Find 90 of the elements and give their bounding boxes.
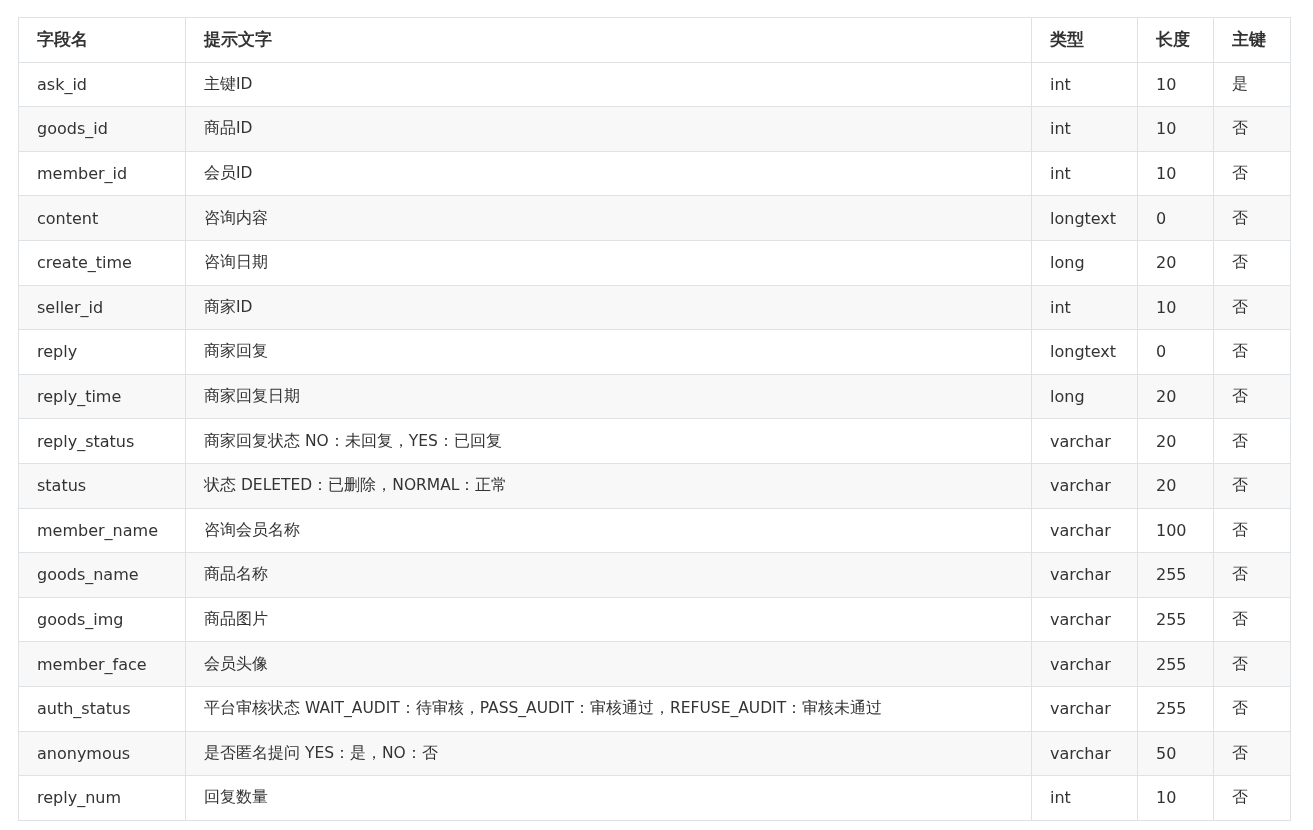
table-cell: int: [1031, 151, 1138, 196]
column-header: 提示文字: [185, 17, 1032, 63]
table-cell: int: [1031, 62, 1138, 107]
table-cell: 否: [1213, 374, 1291, 419]
table-cell: 否: [1213, 418, 1291, 464]
table-cell: varchar: [1031, 508, 1138, 553]
table-cell: int: [1031, 285, 1138, 330]
table-cell: content: [18, 195, 186, 241]
table-cell: 255: [1137, 597, 1214, 642]
table-cell: 咨询会员名称: [185, 508, 1032, 553]
table-cell: varchar: [1031, 597, 1138, 642]
table-cell: 商品ID: [185, 106, 1032, 152]
column-header: 字段名: [18, 17, 186, 63]
table-cell: 否: [1213, 597, 1291, 642]
table-cell: 商家回复: [185, 329, 1032, 375]
table-cell: 咨询内容: [185, 195, 1032, 241]
table-cell: 商家回复状态 NO：未回复，YES：已回复: [185, 418, 1032, 464]
table-cell: 10: [1137, 62, 1214, 107]
table-cell: reply_status: [18, 418, 186, 464]
table-cell: 否: [1213, 463, 1291, 509]
table-cell: 否: [1213, 329, 1291, 375]
table-cell: 是否匿名提问 YES：是，NO：否: [185, 731, 1032, 776]
table-cell: 10: [1137, 151, 1214, 196]
table-cell: 咨询日期: [185, 240, 1032, 286]
table-cell: long: [1031, 374, 1138, 419]
table-cell: longtext: [1031, 329, 1138, 375]
table-cell: goods_id: [18, 106, 186, 152]
table-cell: int: [1031, 106, 1138, 152]
table-cell: 否: [1213, 508, 1291, 553]
table-cell: 否: [1213, 686, 1291, 731]
table-cell: member_id: [18, 151, 186, 196]
table-cell: create_time: [18, 240, 186, 286]
table-cell: varchar: [1031, 418, 1138, 464]
table-cell: 是: [1213, 62, 1291, 107]
table-cell: 0: [1137, 195, 1214, 241]
column-header: 主键: [1213, 17, 1291, 63]
table-cell: 255: [1137, 552, 1214, 598]
table-cell: reply: [18, 329, 186, 375]
table-cell: seller_id: [18, 285, 186, 330]
table-cell: longtext: [1031, 195, 1138, 241]
table-cell: anonymous: [18, 731, 186, 776]
table-cell: 商家ID: [185, 285, 1032, 330]
table-cell: 20: [1137, 463, 1214, 509]
table-cell: 回复数量: [185, 775, 1032, 821]
table-cell: status: [18, 463, 186, 509]
column-header: 类型: [1031, 17, 1138, 63]
table-cell: 255: [1137, 641, 1214, 687]
column-header: 长度: [1137, 17, 1214, 63]
table-cell: ask_id: [18, 62, 186, 107]
table-cell: goods_name: [18, 552, 186, 598]
table-cell: 255: [1137, 686, 1214, 731]
table-cell: long: [1031, 240, 1138, 286]
table-cell: 否: [1213, 775, 1291, 821]
table-cell: varchar: [1031, 686, 1138, 731]
table-cell: member_face: [18, 641, 186, 687]
table-cell: reply_num: [18, 775, 186, 821]
table-cell: 否: [1213, 641, 1291, 687]
table-cell: 否: [1213, 285, 1291, 330]
table-cell: varchar: [1031, 463, 1138, 509]
table-cell: 状态 DELETED：已删除，NORMAL：正常: [185, 463, 1032, 509]
table-cell: member_name: [18, 508, 186, 553]
table-cell: 10: [1137, 285, 1214, 330]
table-cell: 20: [1137, 418, 1214, 464]
table-cell: 会员ID: [185, 151, 1032, 196]
table-cell: 会员头像: [185, 641, 1032, 687]
table-cell: 商品图片: [185, 597, 1032, 642]
table-cell: 20: [1137, 240, 1214, 286]
table-cell: 否: [1213, 552, 1291, 598]
table-cell: 主键ID: [185, 62, 1032, 107]
table-cell: int: [1031, 775, 1138, 821]
table-cell: 0: [1137, 329, 1214, 375]
table-cell: auth_status: [18, 686, 186, 731]
table-cell: 否: [1213, 151, 1291, 196]
table-cell: 20: [1137, 374, 1214, 419]
table-cell: varchar: [1031, 641, 1138, 687]
table-cell: 否: [1213, 195, 1291, 241]
table-cell: reply_time: [18, 374, 186, 419]
table-cell: 100: [1137, 508, 1214, 553]
table-cell: varchar: [1031, 552, 1138, 598]
table-cell: 商品名称: [185, 552, 1032, 598]
table-cell: 否: [1213, 106, 1291, 152]
table-cell: 商家回复日期: [185, 374, 1032, 419]
table-cell: 否: [1213, 240, 1291, 286]
table-cell: varchar: [1031, 731, 1138, 776]
table-cell: 50: [1137, 731, 1214, 776]
table-cell: 10: [1137, 775, 1214, 821]
table-cell: 平台审核状态 WAIT_AUDIT：待审核，PASS_AUDIT：审核通过，REFUSE_AUDIT：审核未通过: [185, 686, 1032, 731]
table-cell: 10: [1137, 106, 1214, 152]
table-cell: goods_img: [18, 597, 186, 642]
table-cell: 否: [1213, 731, 1291, 776]
